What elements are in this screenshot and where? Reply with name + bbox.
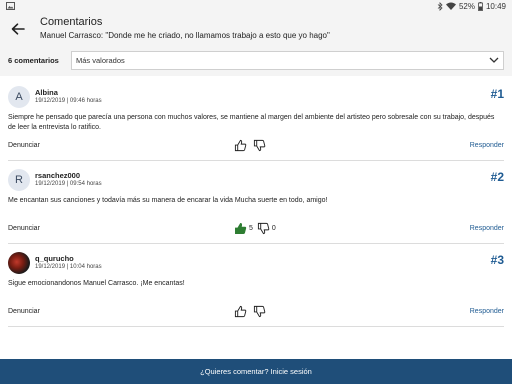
- comment-text: Sigue emocionandonos Manuel Carrasco. ¡M…: [8, 280, 185, 287]
- article-title: Manuel Carrasco: "Donde me he criado, no…: [40, 31, 330, 40]
- comment-item: q_qurucho 19/12/2019 | 10:04 horas #3 Si…: [0, 244, 512, 326]
- comment-rank: #1: [490, 87, 504, 101]
- clock: 10:49: [485, 1, 506, 11]
- like-count: 5: [249, 224, 253, 232]
- thumbs-up-filled-icon[interactable]: [234, 222, 247, 235]
- comment-list: A Albina 19/12/2019 | 09:46 horas #1 Sie…: [0, 78, 512, 327]
- comment-text: Siempre he pensado que parecía una perso…: [8, 114, 495, 131]
- comment-date: 19/12/2019 | 09:54 horas: [35, 181, 102, 187]
- thumbs-up-icon[interactable]: [234, 305, 247, 318]
- comment-item: R rsanchez000 19/12/2019 | 09:54 horas #…: [0, 161, 512, 243]
- sort-bar: 6 comentarios Más valorados: [0, 46, 512, 76]
- chevron-down-icon: [489, 57, 499, 63]
- comment-author: q_qurucho: [35, 254, 74, 263]
- avatar: A: [8, 86, 30, 108]
- notification-image-icon: [6, 2, 15, 10]
- thumbs-up-icon[interactable]: [234, 139, 247, 152]
- reply-link[interactable]: Responder: [470, 225, 504, 232]
- comment-date: 19/12/2019 | 09:46 horas: [35, 98, 102, 104]
- page-title: Comentarios: [40, 16, 103, 28]
- thumbs-down-icon[interactable]: [253, 139, 266, 152]
- thumbs-down-icon[interactable]: [257, 222, 270, 235]
- report-link[interactable]: Denunciar: [8, 142, 40, 149]
- reply-link[interactable]: Responder: [470, 142, 504, 149]
- comment-author: rsanchez000: [35, 171, 81, 180]
- app-header: Comentarios Manuel Carrasco: "Donde me h…: [0, 12, 512, 46]
- arrow-left-icon: [11, 23, 25, 35]
- reply-link[interactable]: Responder: [470, 308, 504, 315]
- wifi-icon: [445, 2, 456, 10]
- dislike-count: 0: [271, 224, 276, 232]
- vote-controls: [234, 304, 268, 318]
- bluetooth-icon: [437, 1, 443, 11]
- login-to-comment-button[interactable]: ¿Quieres comentar? Inicie sesión: [0, 359, 512, 384]
- vote-controls: 5 0: [234, 221, 276, 235]
- avatar: [8, 252, 30, 274]
- report-link[interactable]: Denunciar: [8, 225, 40, 232]
- thumbs-down-icon[interactable]: [253, 305, 266, 318]
- comment-count: 6 comentarios: [8, 56, 59, 65]
- vote-controls: [234, 138, 268, 152]
- battery-percent: 52%: [458, 1, 475, 11]
- comment-author: Albina: [35, 88, 58, 97]
- divider: [8, 326, 504, 327]
- comment-text: Me encantan sus canciones y todavía más …: [8, 197, 328, 204]
- comment-rank: #3: [490, 253, 504, 267]
- comment-item: A Albina 19/12/2019 | 09:46 horas #1 Sie…: [0, 78, 512, 160]
- sort-selected-value: Más valorados: [76, 56, 125, 65]
- avatar: R: [8, 169, 30, 191]
- battery-icon: [478, 1, 483, 11]
- comment-date: 19/12/2019 | 10:04 horas: [35, 264, 102, 270]
- report-link[interactable]: Denunciar: [8, 308, 40, 315]
- status-right: 52% 10:49: [437, 1, 506, 11]
- sort-select[interactable]: Más valorados: [71, 51, 504, 70]
- back-button[interactable]: [8, 19, 28, 39]
- status-bar: 52% 10:49: [0, 0, 512, 12]
- comment-rank: #2: [490, 170, 504, 184]
